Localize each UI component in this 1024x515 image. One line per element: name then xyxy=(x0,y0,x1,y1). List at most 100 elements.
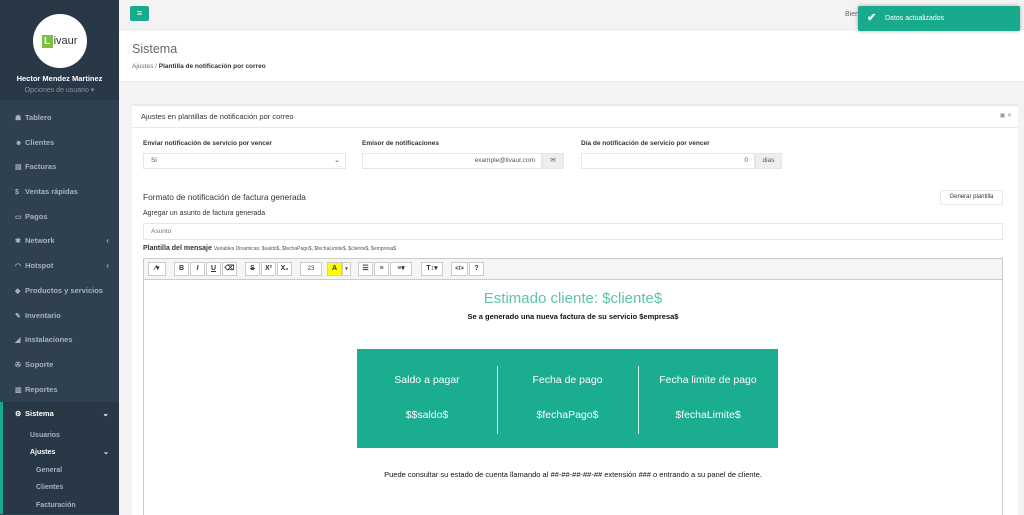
unordered-list-icon[interactable]: ☰ xyxy=(358,262,373,276)
user-name: Hector Mendez Martinez xyxy=(16,74,103,83)
italic-button[interactable]: I xyxy=(190,262,205,276)
emisor-input[interactable]: example@livaur.com xyxy=(362,153,542,169)
sidebar-item-label: Soporte xyxy=(25,359,54,369)
panel-title: Ajustes en plantillas de notificación po… xyxy=(132,106,1018,128)
sidebar-item-productos[interactable]: ◆ Productos y servicios xyxy=(0,279,119,304)
sidebar-item-label: Productos y servicios xyxy=(25,285,103,295)
dias-addon: dias xyxy=(755,153,782,169)
breadcrumb-ajustes[interactable]: Ajustes xyxy=(132,63,153,70)
livaur-logo-text: ivaur xyxy=(53,35,78,47)
success-toast[interactable]: ✔ Datos actualizados xyxy=(858,6,1020,31)
dia-notificacion-input[interactable]: 0 xyxy=(581,153,755,169)
sidebar-item-label: Network xyxy=(25,236,55,246)
summary-column-fecha-pago: Fecha de pago $fechaPago$ xyxy=(497,349,638,448)
subscript-button[interactable]: X₂ xyxy=(277,262,292,276)
text-color-button[interactable]: A xyxy=(327,262,342,276)
code-view-icon[interactable]: </> xyxy=(451,262,468,276)
sidebar: Livaur Hector Mendez Martinez Opciones d… xyxy=(0,0,119,515)
sidebar-item-instalaciones[interactable]: ◢ Instalaciones xyxy=(0,328,119,353)
eraser-icon[interactable]: ⌫ xyxy=(222,262,237,276)
sidebar-subitem-label: Ajustes xyxy=(30,449,56,457)
sidebar-item-label: Instalaciones xyxy=(25,335,73,345)
sidebar-subitem-ajustes[interactable]: Ajustes ⌄ xyxy=(3,444,119,462)
bold-button[interactable]: B xyxy=(174,262,189,276)
avatar[interactable]: Livaur xyxy=(32,14,87,68)
sidebar-item-label: Inventario xyxy=(25,310,61,320)
ordered-list-icon[interactable]: ≡ xyxy=(374,262,389,276)
check-icon: ✔ xyxy=(867,12,877,24)
sidebar-item-label: Pagos xyxy=(25,211,48,221)
asunto-label: Agregar un asunto de factura generada xyxy=(143,210,266,217)
users-icon: ☻ xyxy=(15,139,23,147)
asunto-input[interactable] xyxy=(143,223,1003,240)
wrench-icon: ✇ xyxy=(15,361,21,369)
paragraph-align-icon[interactable]: ≡▾ xyxy=(390,262,412,276)
menu-toggle-button[interactable]: ≡ xyxy=(130,6,149,21)
select-value: Si xyxy=(151,157,157,164)
sidebar-item-soporte[interactable]: ✇ Soporte xyxy=(0,353,119,378)
summary-title: Saldo a pagar xyxy=(394,374,460,386)
editor-content[interactable]: Estimado cliente: $cliente$ Se a generad… xyxy=(144,280,1002,515)
sidebar-item-ventas-rapidas[interactable]: $ Ventas rápidas xyxy=(0,180,119,205)
wifi-icon: ◠ xyxy=(15,263,22,271)
sidebar-nav: ☗ Tablero ☻ Clientes ▤ Facturas $ Ventas ráp… xyxy=(0,106,119,427)
sidebar-item-label: Ventas rápidas xyxy=(25,187,78,197)
sidebar-item-network[interactable]: ✱ Network ‹ xyxy=(0,229,119,254)
sidebar-item-label: Sistema xyxy=(25,409,54,419)
settings-panel: Ajustes en plantillas de notificación po… xyxy=(132,104,1018,515)
sidebar-subitem-usuarios[interactable]: Usuarios xyxy=(3,427,119,445)
email-footer: Puede consultar su estado de cuenta llam… xyxy=(384,470,762,479)
help-icon[interactable]: ? xyxy=(469,262,484,276)
summary-column-fecha-limite: Fecha limite de pago $fechaLimite$ xyxy=(638,349,778,448)
sidebar-submenu: Usuarios Ajustes ⌄ General Clientes Factu… xyxy=(0,426,119,515)
sidebar-item-facturas[interactable]: ▤ Facturas xyxy=(0,155,119,180)
superscript-button[interactable]: X² xyxy=(261,262,276,276)
user-options-dropdown[interactable]: Opciones de usuario ▾ xyxy=(0,86,119,94)
chevron-left-icon: ‹ xyxy=(106,261,109,271)
sidebar-item-hotspot[interactable]: ◠ Hotspot ‹ xyxy=(0,254,119,279)
toast-message: Datos actualizados xyxy=(885,15,945,22)
magic-wand-icon[interactable]: ⁄▾ xyxy=(148,262,166,276)
panel-tools-icon[interactable]: ▣ ✕ xyxy=(1000,112,1012,119)
sidebar-item-clientes[interactable]: ☻ Clientes xyxy=(0,131,119,156)
enviar-notificacion-select[interactable]: Si ⌄ xyxy=(143,153,346,169)
sidebar-item-tablero[interactable]: ☗ Tablero xyxy=(0,106,119,131)
summary-value: $fechaPago$ xyxy=(536,409,599,421)
dollar-icon: $ xyxy=(15,189,19,197)
breadcrumb-current: Plantilla de notificación por correo xyxy=(158,63,266,70)
chevron-down-icon: ⌄ xyxy=(103,449,109,457)
breadcrumb-separator: / xyxy=(155,63,157,70)
sidebar-item-label: Facturas xyxy=(25,162,57,172)
summary-column-saldo: Saldo a pagar $$saldo$ xyxy=(357,349,497,448)
sidebar-subitem-clientes[interactable]: Clientes xyxy=(3,479,119,497)
sidebar-item-pagos[interactable]: ▭ Pagos xyxy=(0,205,119,230)
editor-toolbar: ⁄▾ B I U ⌫ S X² X₂ 23 A ▾ ☰ ≡ ≡▾ T↕▾ </>… xyxy=(144,259,1002,280)
sidebar-item-label: Hotspot xyxy=(25,261,54,271)
summary-value: $$saldo$ xyxy=(405,409,449,421)
profile-block: Livaur Hector Mendez Martinez Opciones d… xyxy=(0,0,119,100)
report-icon: ▥ xyxy=(15,386,22,394)
email-summary-table: Saldo a pagar $$saldo$ Fecha de pago $fe… xyxy=(357,349,778,448)
text-height-icon[interactable]: T↕▾ xyxy=(421,262,443,276)
generar-plantilla-button[interactable]: Generar plantilla xyxy=(940,190,1003,205)
strikethrough-button[interactable]: S xyxy=(245,262,260,276)
plantilla-label: Plantilla del mensaje Variables Dinamica… xyxy=(143,245,396,252)
envelope-icon: ✉ xyxy=(542,153,564,169)
email-heading: Estimado cliente: $cliente$ xyxy=(483,290,663,307)
sidebar-subitem-facturacion[interactable]: Facturación xyxy=(3,497,119,515)
sidebar-item-sistema[interactable]: ⚙ Sistema ⌄ xyxy=(0,402,119,427)
plantilla-label-text: Plantilla del mensaje xyxy=(143,245,212,252)
sidebar-item-inventario[interactable]: ✎ Inventario xyxy=(0,304,119,329)
message-editor: ⁄▾ B I U ⌫ S X² X₂ 23 A ▾ ☰ ≡ ≡▾ T↕▾ </>… xyxy=(143,258,1003,515)
file-icon: ▤ xyxy=(15,164,22,172)
chevron-left-icon: ‹ xyxy=(106,236,109,246)
money-icon: ▭ xyxy=(15,213,22,221)
page-heading: Sistema Ajustes / Plantilla de notificac… xyxy=(119,30,1024,82)
network-icon: ✱ xyxy=(15,238,21,246)
cube-icon: ◆ xyxy=(15,287,21,295)
color-caret-icon[interactable]: ▾ xyxy=(342,262,351,276)
sidebar-subitem-general[interactable]: General xyxy=(3,462,119,480)
underline-button[interactable]: U xyxy=(206,262,221,276)
sidebar-item-reportes[interactable]: ▥ Reportes xyxy=(0,378,119,403)
font-size-select[interactable]: 23 xyxy=(300,262,322,276)
